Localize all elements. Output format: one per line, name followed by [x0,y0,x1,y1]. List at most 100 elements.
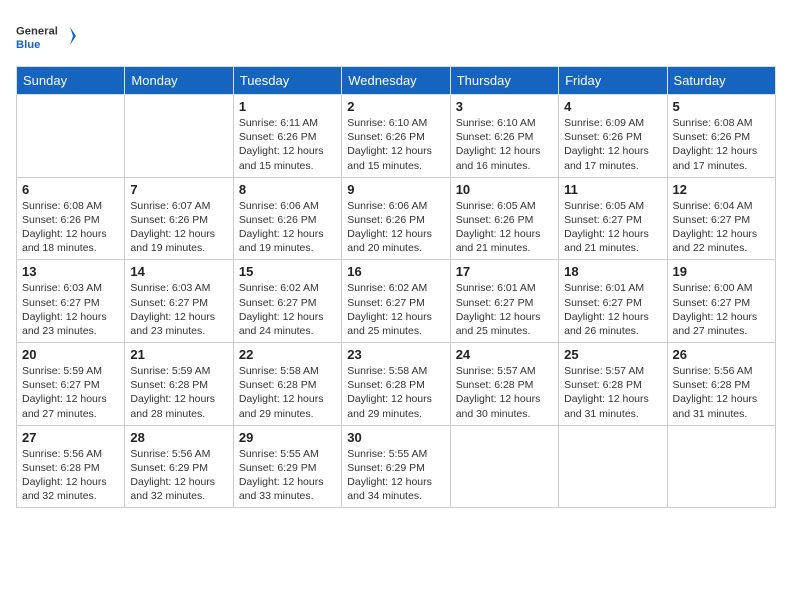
day-number: 17 [456,264,553,279]
day-info: Sunrise: 6:03 AM Sunset: 6:27 PM Dayligh… [22,281,119,338]
day-cell: 17 Sunrise: 6:01 AM Sunset: 6:27 PM Dayli… [450,260,558,343]
day-number: 25 [564,347,661,362]
day-info: Sunrise: 6:02 AM Sunset: 6:27 PM Dayligh… [347,281,444,338]
week-row-1: 1 Sunrise: 6:11 AM Sunset: 6:26 PM Daylig… [17,95,776,178]
day-number: 18 [564,264,661,279]
day-number: 22 [239,347,336,362]
day-number: 21 [130,347,227,362]
day-number: 15 [239,264,336,279]
weekday-header-friday: Friday [559,67,667,95]
svg-text:General: General [16,26,58,38]
weekday-header-saturday: Saturday [667,67,775,95]
day-info: Sunrise: 5:56 AM Sunset: 6:28 PM Dayligh… [673,364,770,421]
day-info: Sunrise: 6:07 AM Sunset: 6:26 PM Dayligh… [130,199,227,256]
day-cell: 3 Sunrise: 6:10 AM Sunset: 6:26 PM Daylig… [450,95,558,178]
day-info: Sunrise: 6:09 AM Sunset: 6:26 PM Dayligh… [564,116,661,173]
svg-text:Blue: Blue [16,39,40,51]
day-cell: 1 Sunrise: 6:11 AM Sunset: 6:26 PM Daylig… [233,95,341,178]
day-number: 16 [347,264,444,279]
day-info: Sunrise: 6:11 AM Sunset: 6:26 PM Dayligh… [239,116,336,173]
day-number: 12 [673,182,770,197]
day-number: 4 [564,99,661,114]
day-info: Sunrise: 5:58 AM Sunset: 6:28 PM Dayligh… [239,364,336,421]
day-number: 29 [239,430,336,445]
day-info: Sunrise: 6:06 AM Sunset: 6:26 PM Dayligh… [239,199,336,256]
day-info: Sunrise: 5:57 AM Sunset: 6:28 PM Dayligh… [564,364,661,421]
day-cell: 26 Sunrise: 5:56 AM Sunset: 6:28 PM Dayli… [667,343,775,426]
day-number: 2 [347,99,444,114]
day-number: 14 [130,264,227,279]
day-info: Sunrise: 6:06 AM Sunset: 6:26 PM Dayligh… [347,199,444,256]
day-info: Sunrise: 5:56 AM Sunset: 6:28 PM Dayligh… [22,447,119,504]
day-number: 19 [673,264,770,279]
day-number: 7 [130,182,227,197]
day-number: 3 [456,99,553,114]
day-cell: 20 Sunrise: 5:59 AM Sunset: 6:27 PM Dayli… [17,343,125,426]
logo-svg: General Blue [16,16,76,56]
day-number: 26 [673,347,770,362]
day-info: Sunrise: 5:57 AM Sunset: 6:28 PM Dayligh… [456,364,553,421]
day-info: Sunrise: 6:00 AM Sunset: 6:27 PM Dayligh… [673,281,770,338]
day-cell: 24 Sunrise: 5:57 AM Sunset: 6:28 PM Dayli… [450,343,558,426]
day-cell: 9Sunrise: 6:06 AM Sunset: 6:26 PM Daylig… [342,177,450,260]
day-cell: 14 Sunrise: 6:03 AM Sunset: 6:27 PM Dayli… [125,260,233,343]
day-cell: 10 Sunrise: 6:05 AM Sunset: 6:26 PM Dayli… [450,177,558,260]
day-number: 8 [239,182,336,197]
day-info: Sunrise: 6:01 AM Sunset: 6:27 PM Dayligh… [564,281,661,338]
day-cell: 6 Sunrise: 6:08 AM Sunset: 6:26 PM Daylig… [17,177,125,260]
day-cell: 21Sunrise: 5:59 AM Sunset: 6:28 PM Dayli… [125,343,233,426]
day-cell: 15 Sunrise: 6:02 AM Sunset: 6:27 PM Dayli… [233,260,341,343]
day-number: 30 [347,430,444,445]
week-row-3: 13Sunrise: 6:03 AM Sunset: 6:27 PM Dayli… [17,260,776,343]
day-cell: 29Sunrise: 5:55 AM Sunset: 6:29 PM Dayli… [233,425,341,508]
day-cell: 7 Sunrise: 6:07 AM Sunset: 6:26 PM Daylig… [125,177,233,260]
weekday-header-sunday: Sunday [17,67,125,95]
day-info: Sunrise: 6:01 AM Sunset: 6:27 PM Dayligh… [456,281,553,338]
day-number: 5 [673,99,770,114]
day-info: Sunrise: 6:05 AM Sunset: 6:26 PM Dayligh… [456,199,553,256]
day-info: Sunrise: 6:04 AM Sunset: 6:27 PM Dayligh… [673,199,770,256]
day-cell [17,95,125,178]
day-number: 28 [130,430,227,445]
day-cell: 2 Sunrise: 6:10 AM Sunset: 6:26 PM Daylig… [342,95,450,178]
day-info: Sunrise: 6:08 AM Sunset: 6:26 PM Dayligh… [22,199,119,256]
day-number: 24 [456,347,553,362]
day-cell: 13Sunrise: 6:03 AM Sunset: 6:27 PM Dayli… [17,260,125,343]
day-cell: 18 Sunrise: 6:01 AM Sunset: 6:27 PM Dayli… [559,260,667,343]
day-cell: 4 Sunrise: 6:09 AM Sunset: 6:26 PM Daylig… [559,95,667,178]
day-cell: 12 Sunrise: 6:04 AM Sunset: 6:27 PM Dayli… [667,177,775,260]
day-number: 27 [22,430,119,445]
day-info: Sunrise: 5:58 AM Sunset: 6:28 PM Dayligh… [347,364,444,421]
day-number: 23 [347,347,444,362]
day-cell: 16 Sunrise: 6:02 AM Sunset: 6:27 PM Dayli… [342,260,450,343]
week-row-5: 27 Sunrise: 5:56 AM Sunset: 6:28 PM Dayli… [17,425,776,508]
day-info: Sunrise: 6:02 AM Sunset: 6:27 PM Dayligh… [239,281,336,338]
day-cell [559,425,667,508]
day-number: 20 [22,347,119,362]
day-cell [125,95,233,178]
day-number: 1 [239,99,336,114]
weekday-header-monday: Monday [125,67,233,95]
day-number: 10 [456,182,553,197]
day-info: Sunrise: 6:08 AM Sunset: 6:26 PM Dayligh… [673,116,770,173]
day-info: Sunrise: 6:03 AM Sunset: 6:27 PM Dayligh… [130,281,227,338]
day-info: Sunrise: 5:59 AM Sunset: 6:27 PM Dayligh… [22,364,119,421]
day-cell: 5 Sunrise: 6:08 AM Sunset: 6:26 PM Daylig… [667,95,775,178]
day-cell: 28 Sunrise: 5:56 AM Sunset: 6:29 PM Dayli… [125,425,233,508]
day-cell: 30Sunrise: 5:55 AM Sunset: 6:29 PM Dayli… [342,425,450,508]
week-row-2: 6 Sunrise: 6:08 AM Sunset: 6:26 PM Daylig… [17,177,776,260]
day-info: Sunrise: 5:56 AM Sunset: 6:29 PM Dayligh… [130,447,227,504]
day-cell [450,425,558,508]
day-cell: 19 Sunrise: 6:00 AM Sunset: 6:27 PM Dayli… [667,260,775,343]
day-cell: 25 Sunrise: 5:57 AM Sunset: 6:28 PM Dayli… [559,343,667,426]
day-info: Sunrise: 6:10 AM Sunset: 6:26 PM Dayligh… [347,116,444,173]
day-number: 6 [22,182,119,197]
weekday-header-tuesday: Tuesday [233,67,341,95]
weekday-header-wednesday: Wednesday [342,67,450,95]
weekday-header-thursday: Thursday [450,67,558,95]
day-info: Sunrise: 6:10 AM Sunset: 6:26 PM Dayligh… [456,116,553,173]
day-cell: 11Sunrise: 6:05 AM Sunset: 6:27 PM Dayli… [559,177,667,260]
header: General Blue [16,16,776,56]
week-row-4: 20 Sunrise: 5:59 AM Sunset: 6:27 PM Dayli… [17,343,776,426]
logo: General Blue [16,16,76,56]
